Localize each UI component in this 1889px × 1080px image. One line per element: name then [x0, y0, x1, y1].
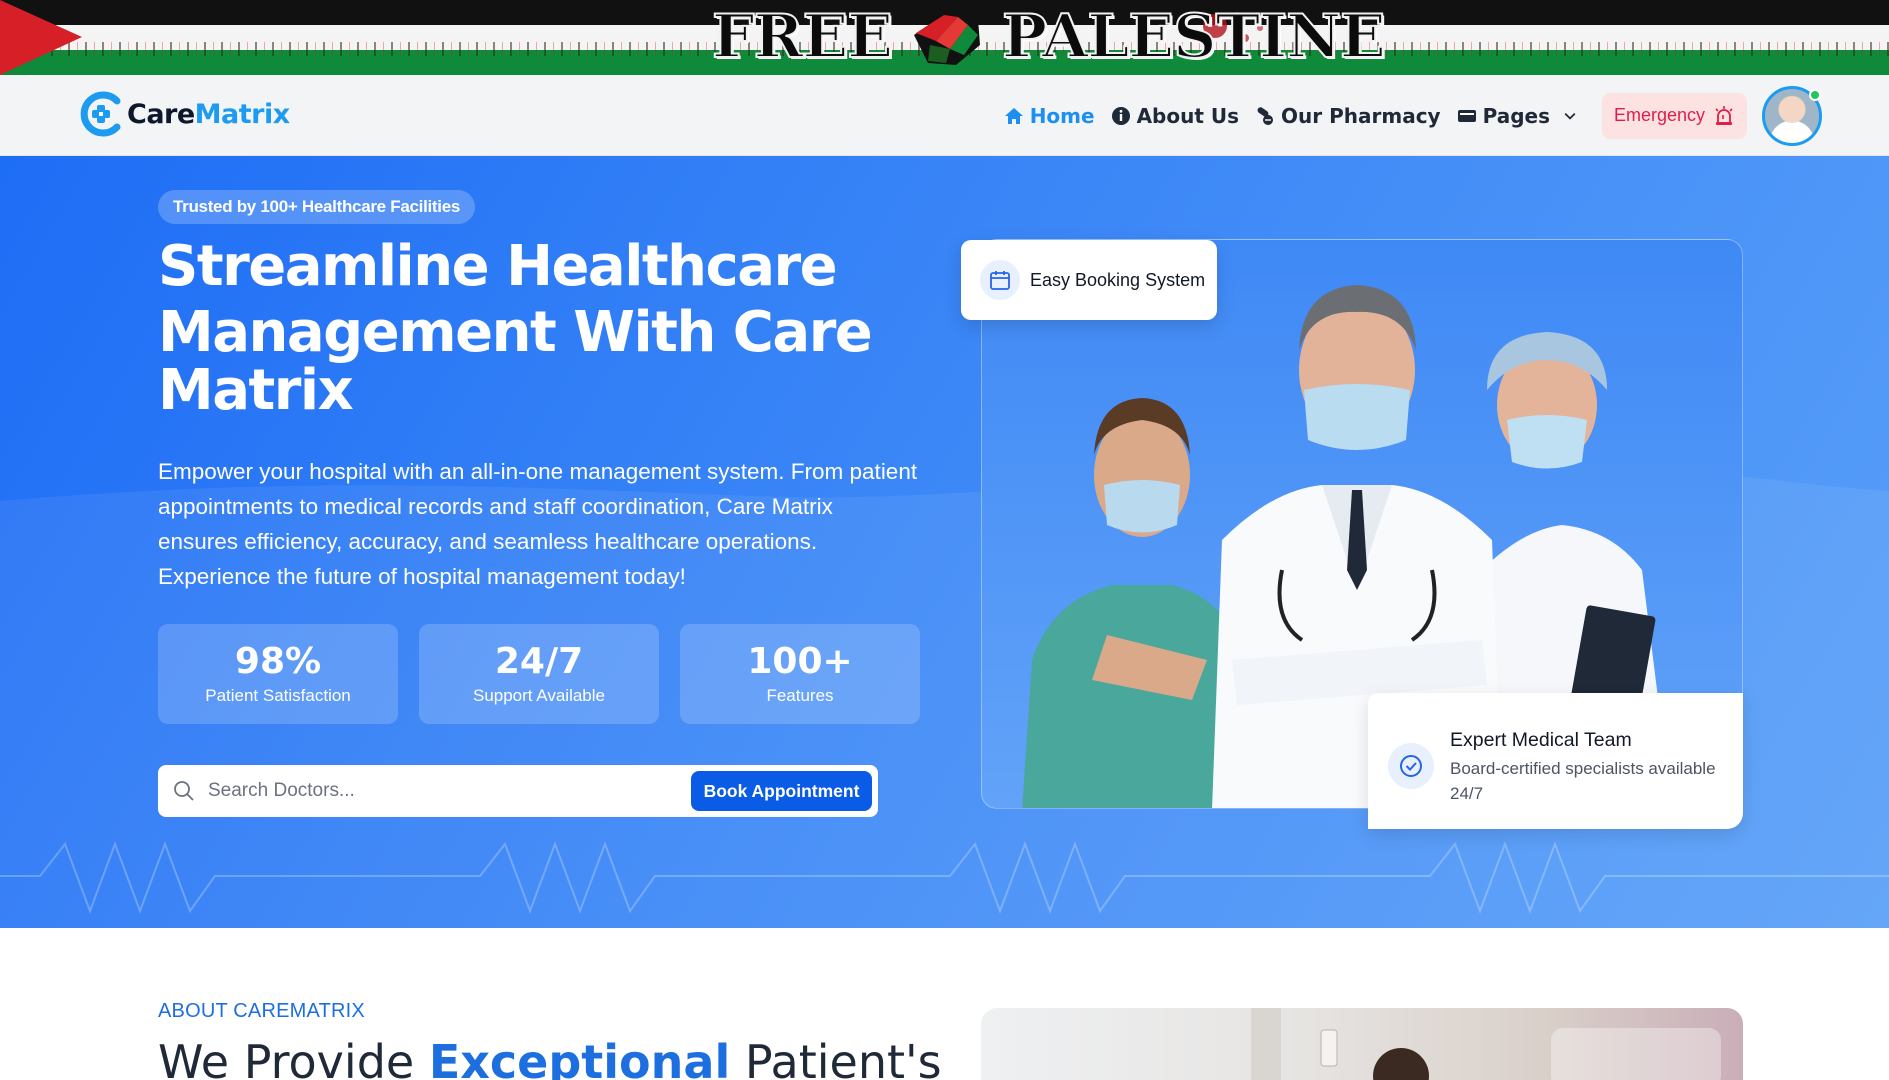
- nav-home[interactable]: Home: [1004, 104, 1095, 128]
- nav-about-label: About Us: [1136, 103, 1240, 128]
- nav-home-label: Home: [1029, 103, 1095, 128]
- logo-matrix: Matrix: [194, 98, 290, 130]
- search-icon: [174, 781, 194, 801]
- check-circle-icon: [1400, 755, 1422, 777]
- expert-team-subtitle: Board-certified specialists available 24…: [1450, 759, 1716, 803]
- calendar-icon-wrap: [980, 260, 1020, 300]
- main-nav: Home About Us Our Pharmacy Pages Emergen…: [1004, 75, 1889, 156]
- search-doctors-input[interactable]: [208, 780, 691, 802]
- easy-booking-card: Easy Booking System: [961, 240, 1217, 320]
- logo-mark-icon: [80, 91, 121, 137]
- banner-title: FREE PALESTINE: [711, 1, 1387, 73]
- emergency-label: Emergency: [1613, 105, 1706, 125]
- site-header: CareMatrix Home About Us Our Pharmacy Pa…: [0, 75, 1889, 156]
- nav-pages-label: Pages: [1482, 103, 1550, 128]
- banner-word-palestine: PALESTINE: [1001, 1, 1387, 73]
- user-avatar[interactable]: [1762, 85, 1822, 146]
- fist-icon: [913, 13, 980, 65]
- trusted-badge: Trusted by 100+ Healthcare Facilities: [158, 190, 476, 224]
- stat-value: 24/7: [494, 641, 584, 682]
- stat-value: 98%: [234, 641, 322, 682]
- about-section-title: We Provide Exceptional Patient's: [158, 1035, 942, 1080]
- doctor-search-bar: Book Appointment: [158, 765, 878, 817]
- logo[interactable]: CareMatrix: [79, 91, 290, 137]
- home-icon: [1004, 107, 1023, 124]
- nav-pharmacy-label: Our Pharmacy: [1281, 103, 1441, 128]
- stat-label: Patient Satisfaction: [205, 686, 351, 705]
- stat-label: Features: [766, 686, 834, 705]
- about-section-label: ABOUT CAREMATRIX: [158, 1000, 365, 1022]
- about-image: [981, 1008, 1743, 1080]
- stats-row: 98% Patient Satisfaction 24/7 Support Av…: [158, 624, 920, 724]
- hero-title-line2: Management With Care: [158, 300, 873, 365]
- stat-card-support: 24/7 Support Available: [419, 624, 659, 724]
- stat-card-satisfaction: 98% Patient Satisfaction: [158, 624, 398, 724]
- stat-card-features: 100+ Features: [680, 624, 920, 724]
- hero-title: Streamline Healthcare Management With Ca…: [158, 234, 918, 424]
- stat-value: 100+: [747, 641, 853, 682]
- flag-triangle: [0, 0, 82, 75]
- pills-icon: [1257, 106, 1274, 125]
- expert-team-title: Expert Medical Team: [1450, 729, 1632, 751]
- easy-booking-label: Easy Booking System: [1030, 269, 1206, 290]
- nav-about[interactable]: About Us: [1111, 104, 1239, 128]
- pages-icon: [1457, 109, 1476, 122]
- about-title-pre: We Provide: [158, 1035, 429, 1080]
- hero-section: Trusted by 100+ Healthcare Facilities St…: [0, 156, 1889, 928]
- nav-pharmacy[interactable]: Our Pharmacy: [1255, 104, 1441, 128]
- emergency-button[interactable]: Emergency: [1602, 92, 1747, 139]
- about-title-accent: Exceptional: [428, 1035, 731, 1080]
- logo-text: CareMatrix: [127, 99, 290, 130]
- calendar-icon: [990, 271, 1010, 290]
- expert-team-card: Expert Medical Team Board-certified spec…: [1368, 693, 1743, 829]
- about-title-post: Patient's: [730, 1035, 942, 1080]
- book-appointment-button[interactable]: Book Appointment: [691, 771, 872, 811]
- check-icon-wrap: [1388, 743, 1434, 789]
- info-icon: [1111, 106, 1130, 125]
- chevron-down-icon: [1564, 112, 1576, 120]
- nav-pages[interactable]: Pages: [1457, 104, 1578, 128]
- banner-word-free: FREE: [711, 1, 894, 73]
- about-image-illustration: [1251, 1008, 1721, 1080]
- logo-care: Care: [127, 98, 195, 130]
- free-palestine-banner: FREE PALESTINE: [0, 0, 1889, 75]
- siren-icon: [1715, 105, 1733, 125]
- online-status-dot: [1809, 88, 1821, 101]
- hero-title-line3: Matrix: [158, 358, 354, 423]
- hero-description: Empower your hospital with an all-in-one…: [158, 459, 918, 589]
- stat-label: Support Available: [472, 686, 605, 705]
- hero-title-line1: Streamline Healthcare: [158, 234, 838, 299]
